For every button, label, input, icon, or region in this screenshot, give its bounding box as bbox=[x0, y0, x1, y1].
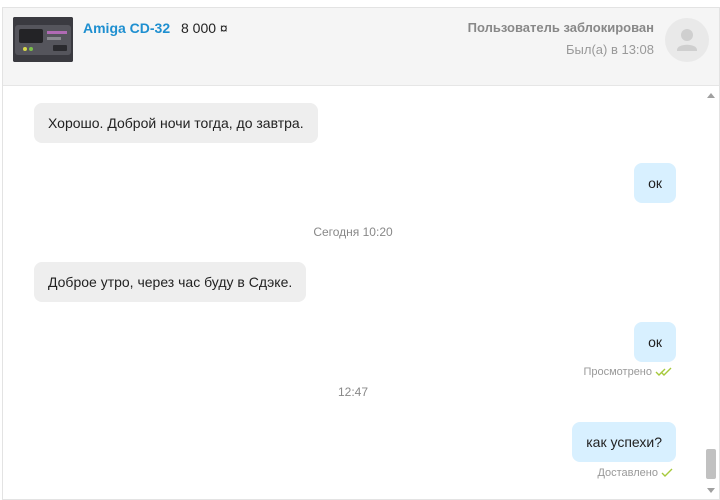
outgoing-message: ок bbox=[634, 163, 676, 203]
chat-header: Amiga CD-32 8 000 ¤ Пользователь заблоки… bbox=[3, 8, 719, 86]
date-separator: 12:47 bbox=[337, 385, 369, 399]
status-label: Доставлено bbox=[597, 467, 658, 479]
user-blocked-label: Пользователь заблокирован bbox=[467, 20, 654, 35]
double-check-icon bbox=[655, 367, 672, 376]
incoming-message: Доброе утро, через час буду в Сдэке. bbox=[34, 262, 307, 302]
date-separator: Сегодня 10:20 bbox=[313, 225, 393, 239]
item-price: 8 000 ¤ bbox=[181, 20, 228, 36]
outgoing-message: как успехи? bbox=[572, 422, 676, 462]
outgoing-message: ок bbox=[634, 322, 676, 362]
scroll-down-arrow-icon[interactable] bbox=[707, 488, 715, 493]
last-seen-label: Был(а) в 13:08 bbox=[565, 42, 654, 57]
console-image bbox=[13, 17, 73, 62]
user-avatar[interactable] bbox=[665, 18, 709, 62]
user-silhouette-icon bbox=[677, 29, 697, 51]
chat-window: Amiga CD-32 8 000 ¤ Пользователь заблоки… bbox=[2, 7, 720, 500]
check-icon bbox=[661, 468, 673, 477]
message-list[interactable]: Хорошо. Доброй ночи тогда, до завтра. ок… bbox=[3, 87, 703, 499]
scroll-up-arrow-icon[interactable] bbox=[707, 93, 715, 98]
scrollbar-thumb[interactable] bbox=[706, 449, 716, 479]
message-status: Просмотрено bbox=[583, 366, 673, 378]
message-status: Доставлено bbox=[597, 467, 673, 479]
item-thumbnail[interactable] bbox=[13, 17, 73, 62]
message-scrollbar[interactable] bbox=[703, 87, 719, 499]
incoming-message: Хорошо. Доброй ночи тогда, до завтра. bbox=[34, 103, 318, 143]
item-title-link[interactable]: Amiga CD-32 bbox=[83, 20, 170, 36]
status-label: Просмотрено bbox=[583, 366, 652, 378]
